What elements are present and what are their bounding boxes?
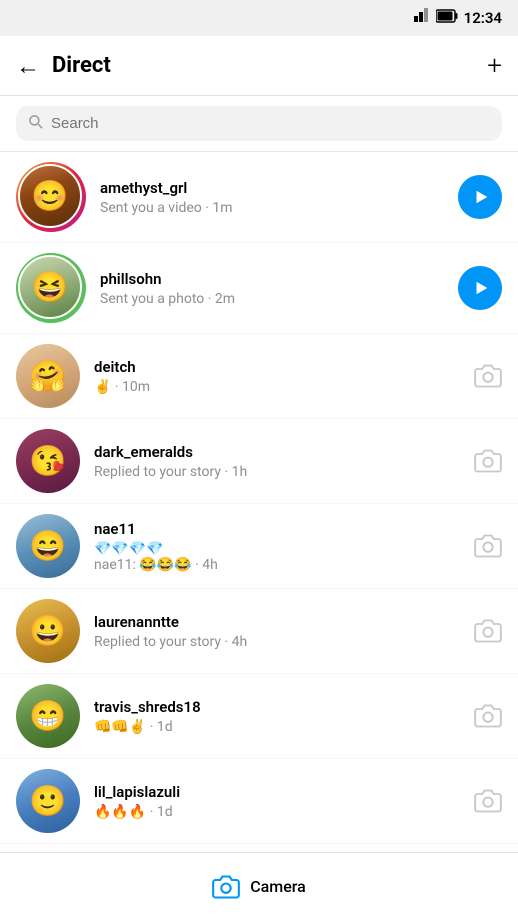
list-item[interactable]: 😄 nae11 💎💎💎💎 nae11: 😂😂😂 · 4h bbox=[0, 504, 518, 589]
camera-action-icon[interactable] bbox=[474, 702, 502, 730]
bottom-camera-bar[interactable]: Camera bbox=[0, 852, 518, 920]
avatar-ring: 😆 bbox=[16, 253, 86, 323]
avatar: 😄 bbox=[16, 514, 80, 578]
avatar: 🙂 bbox=[16, 769, 80, 833]
camera-action-icon[interactable] bbox=[474, 362, 502, 390]
status-time: 12:34 bbox=[464, 9, 502, 27]
message-preview: 🔥🔥🔥 · 1d bbox=[94, 804, 460, 820]
message-content: travis_shreds18 👊👊✌️ · 1d bbox=[94, 698, 460, 735]
username: laurenanntte bbox=[94, 613, 460, 631]
avatar-ring: 😊 bbox=[16, 162, 86, 232]
camera-action-icon[interactable] bbox=[474, 447, 502, 475]
list-item[interactable]: 🤗 deitch ✌️ · 10m bbox=[0, 334, 518, 419]
header: ← Direct + bbox=[0, 36, 518, 96]
header-left: ← Direct bbox=[16, 53, 111, 78]
message-preview: 💎💎💎💎 bbox=[94, 541, 460, 557]
avatar-ring: 🙂 bbox=[16, 769, 80, 833]
avatar: 😁 bbox=[16, 684, 80, 748]
username: amethyst_grl bbox=[100, 179, 444, 197]
message-list: 😊 amethyst_grl Sent you a video · 1m 😆 p… bbox=[0, 152, 518, 844]
username: phillsohn bbox=[100, 270, 444, 288]
username: dark_emeralds bbox=[94, 443, 460, 461]
avatar-ring: 😁 bbox=[16, 684, 80, 748]
search-bar bbox=[0, 96, 518, 152]
message-content: amethyst_grl Sent you a video · 1m bbox=[100, 179, 444, 216]
avatar-ring: 😘 bbox=[16, 429, 80, 493]
page-title: Direct bbox=[52, 53, 111, 78]
message-preview: Sent you a photo · 2m bbox=[100, 291, 444, 307]
battery-icon bbox=[436, 9, 458, 27]
signal-icon bbox=[414, 8, 430, 28]
search-input[interactable] bbox=[51, 115, 490, 132]
avatar: 😊 bbox=[18, 164, 82, 228]
message-content: phillsohn Sent you a photo · 2m bbox=[100, 270, 444, 307]
username: deitch bbox=[94, 358, 460, 376]
message-preview-2: nae11: 😂😂😂 · 4h bbox=[94, 557, 460, 573]
message-preview: Sent you a video · 1m bbox=[100, 200, 444, 216]
avatar: 😀 bbox=[16, 599, 80, 663]
play-button[interactable] bbox=[458, 175, 502, 219]
avatar: 😆 bbox=[18, 255, 82, 319]
camera-action-icon[interactable] bbox=[474, 787, 502, 815]
search-icon bbox=[28, 114, 43, 133]
username: nae11 bbox=[94, 520, 460, 538]
list-item[interactable]: 😁 travis_shreds18 👊👊✌️ · 1d bbox=[0, 674, 518, 759]
list-item[interactable]: 😆 phillsohn Sent you a photo · 2m bbox=[0, 243, 518, 334]
message-content: deitch ✌️ · 10m bbox=[94, 358, 460, 395]
list-item[interactable]: 🙂 lil_lapislazuli 🔥🔥🔥 · 1d bbox=[0, 759, 518, 844]
message-content: nae11 💎💎💎💎 nae11: 😂😂😂 · 4h bbox=[94, 520, 460, 573]
message-preview: Replied to your story · 4h bbox=[94, 634, 460, 650]
camera-action-icon[interactable] bbox=[474, 617, 502, 645]
list-item[interactable]: 😊 amethyst_grl Sent you a video · 1m bbox=[0, 152, 518, 243]
message-content: laurenanntte Replied to your story · 4h bbox=[94, 613, 460, 650]
message-preview: Replied to your story · 1h bbox=[94, 464, 460, 480]
camera-action-icon[interactable] bbox=[474, 532, 502, 560]
message-content: lil_lapislazuli 🔥🔥🔥 · 1d bbox=[94, 783, 460, 820]
list-item[interactable]: 😘 dark_emeralds Replied to your story · … bbox=[0, 419, 518, 504]
camera-icon bbox=[212, 873, 240, 901]
message-preview: 👊👊✌️ · 1d bbox=[94, 719, 460, 735]
username: travis_shreds18 bbox=[94, 698, 460, 716]
avatar: 🤗 bbox=[16, 344, 80, 408]
avatar: 😘 bbox=[16, 429, 80, 493]
username: lil_lapislazuli bbox=[94, 783, 460, 801]
avatar-ring: 🤗 bbox=[16, 344, 80, 408]
status-bar: 12:34 bbox=[0, 0, 518, 36]
message-preview: ✌️ · 10m bbox=[94, 379, 460, 395]
search-input-wrap[interactable] bbox=[16, 106, 502, 141]
back-button[interactable]: ← bbox=[16, 54, 40, 78]
list-item[interactable]: 😀 laurenanntte Replied to your story · 4… bbox=[0, 589, 518, 674]
avatar-ring: 😄 bbox=[16, 514, 80, 578]
message-content: dark_emeralds Replied to your story · 1h bbox=[94, 443, 460, 480]
avatar-ring: 😀 bbox=[16, 599, 80, 663]
play-button[interactable] bbox=[458, 266, 502, 310]
new-message-button[interactable]: + bbox=[487, 53, 502, 79]
camera-label: Camera bbox=[250, 877, 306, 896]
